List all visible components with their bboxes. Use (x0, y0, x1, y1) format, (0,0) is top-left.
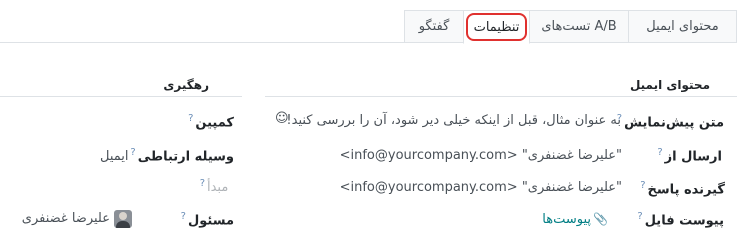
smile-icon[interactable]: ☺ (275, 111, 289, 126)
preview-text-label: متن پیش‌نمایش? (616, 113, 724, 131)
medium-field[interactable]: ایمیل (100, 149, 129, 164)
section-title-email-content: محتوای ایمیل (629, 78, 710, 92)
notebook-tabs: محتوای ایمیل تست‌های A/B تنظیمات گفتگو (0, 0, 737, 44)
campaign-label: کمپین? (188, 113, 234, 131)
help-icon[interactable]: ? (181, 211, 186, 222)
medium-label: وسیله ارتباطی? (130, 147, 234, 165)
reply-to-label: گیرنده پاسخ? (640, 180, 725, 198)
tab-chatter[interactable]: گفتگو (404, 10, 464, 43)
help-icon[interactable]: ? (640, 180, 645, 191)
attachments-button[interactable]: پیوست‌ها (536, 212, 591, 227)
help-icon[interactable]: ? (637, 211, 642, 222)
tab-email-content[interactable]: محتوای ایمیل (628, 10, 737, 43)
tab-settings[interactable]: تنظیمات (463, 10, 530, 44)
responsible-field[interactable]: علیرضا غضنفری (22, 211, 110, 226)
tab-ab-tests[interactable]: تست‌های A/B (529, 10, 629, 43)
responsible-label: مسئول? (180, 211, 234, 229)
help-icon[interactable]: ? (657, 147, 662, 158)
source-field[interactable]: مبدأ (207, 180, 228, 195)
preview-text-field[interactable]: به عنوان مثال، قبل از اینکه خیلی دیر شود… (286, 113, 621, 128)
attachment-label: پیوست فایل? (637, 211, 724, 229)
help-icon[interactable]: ? (130, 147, 135, 158)
reply-to-field[interactable]: "علیرضا غضنفری" <info@yourcompany.com> (340, 180, 622, 195)
paperclip-icon: 📎 (593, 212, 608, 226)
help-icon[interactable]: ? (200, 178, 205, 189)
avatar (114, 210, 132, 228)
section-title-tracking: رهگیری (163, 78, 209, 92)
section-divider-tracking (0, 96, 242, 97)
send-from-label: ارسال از? (657, 147, 722, 165)
source-label: ? (200, 178, 207, 195)
section-divider-email (265, 96, 737, 97)
help-icon[interactable]: ? (188, 113, 193, 124)
send-from-field[interactable]: "علیرضا غضنفری" <info@yourcompany.com> (340, 148, 622, 163)
